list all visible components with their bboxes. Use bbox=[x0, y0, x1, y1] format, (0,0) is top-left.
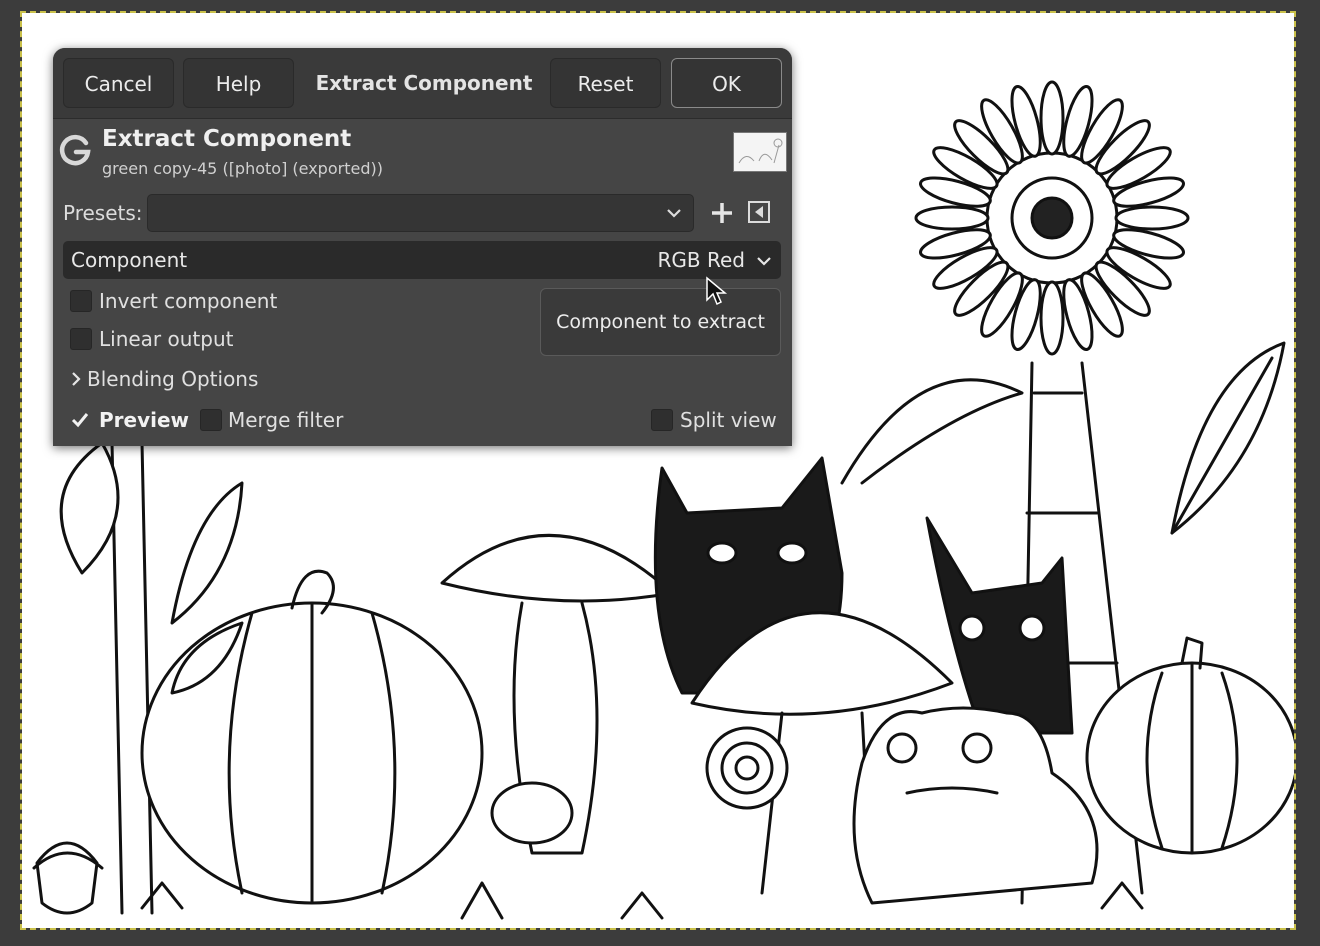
component-value: RGB Red bbox=[657, 248, 745, 272]
component-label: Component bbox=[71, 248, 188, 272]
presets-dropdown[interactable] bbox=[147, 194, 694, 232]
preview-checkbox[interactable] bbox=[69, 409, 91, 431]
chevron-right-icon[interactable] bbox=[69, 370, 83, 388]
extract-component-dialog: Cancel Help Extract Component Reset OK E… bbox=[53, 48, 792, 446]
preview-label: Preview bbox=[99, 408, 190, 432]
component-dropdown[interactable]: Component RGB Red bbox=[63, 241, 781, 279]
linear-output-label: Linear output bbox=[99, 327, 234, 351]
ok-button[interactable]: OK bbox=[671, 58, 782, 108]
merge-filter-checkbox[interactable] bbox=[200, 409, 222, 431]
cancel-button[interactable]: Cancel bbox=[63, 58, 174, 108]
dialog-title: Extract Component bbox=[315, 71, 533, 95]
linear-output-checkbox[interactable] bbox=[70, 328, 92, 350]
add-preset-icon[interactable] bbox=[709, 200, 735, 226]
reset-button[interactable]: Reset bbox=[550, 58, 661, 108]
merge-filter-label: Merge filter bbox=[228, 408, 344, 432]
split-view-checkbox[interactable] bbox=[651, 409, 673, 431]
layer-thumbnail bbox=[733, 132, 787, 172]
mouse-cursor-icon bbox=[706, 276, 728, 306]
help-button[interactable]: Help bbox=[183, 58, 294, 108]
invert-component-checkbox[interactable] bbox=[70, 290, 92, 312]
blending-options-expander[interactable]: Blending Options bbox=[87, 367, 258, 391]
dialog-header-bar: Cancel Help Extract Component Reset OK bbox=[53, 48, 792, 119]
preset-menu-icon[interactable] bbox=[747, 200, 771, 224]
chevron-down-icon bbox=[667, 209, 681, 218]
presets-label: Presets: bbox=[63, 201, 143, 225]
chevron-down-icon bbox=[757, 257, 771, 266]
layer-name: green copy-45 ([photo] (exported)) bbox=[102, 159, 383, 178]
split-view-label: Split view bbox=[680, 408, 777, 432]
tooltip: Component to extract bbox=[540, 288, 781, 356]
gimp-logo-icon bbox=[59, 134, 91, 166]
filter-name: Extract Component bbox=[102, 126, 352, 152]
invert-component-label: Invert component bbox=[99, 289, 278, 313]
